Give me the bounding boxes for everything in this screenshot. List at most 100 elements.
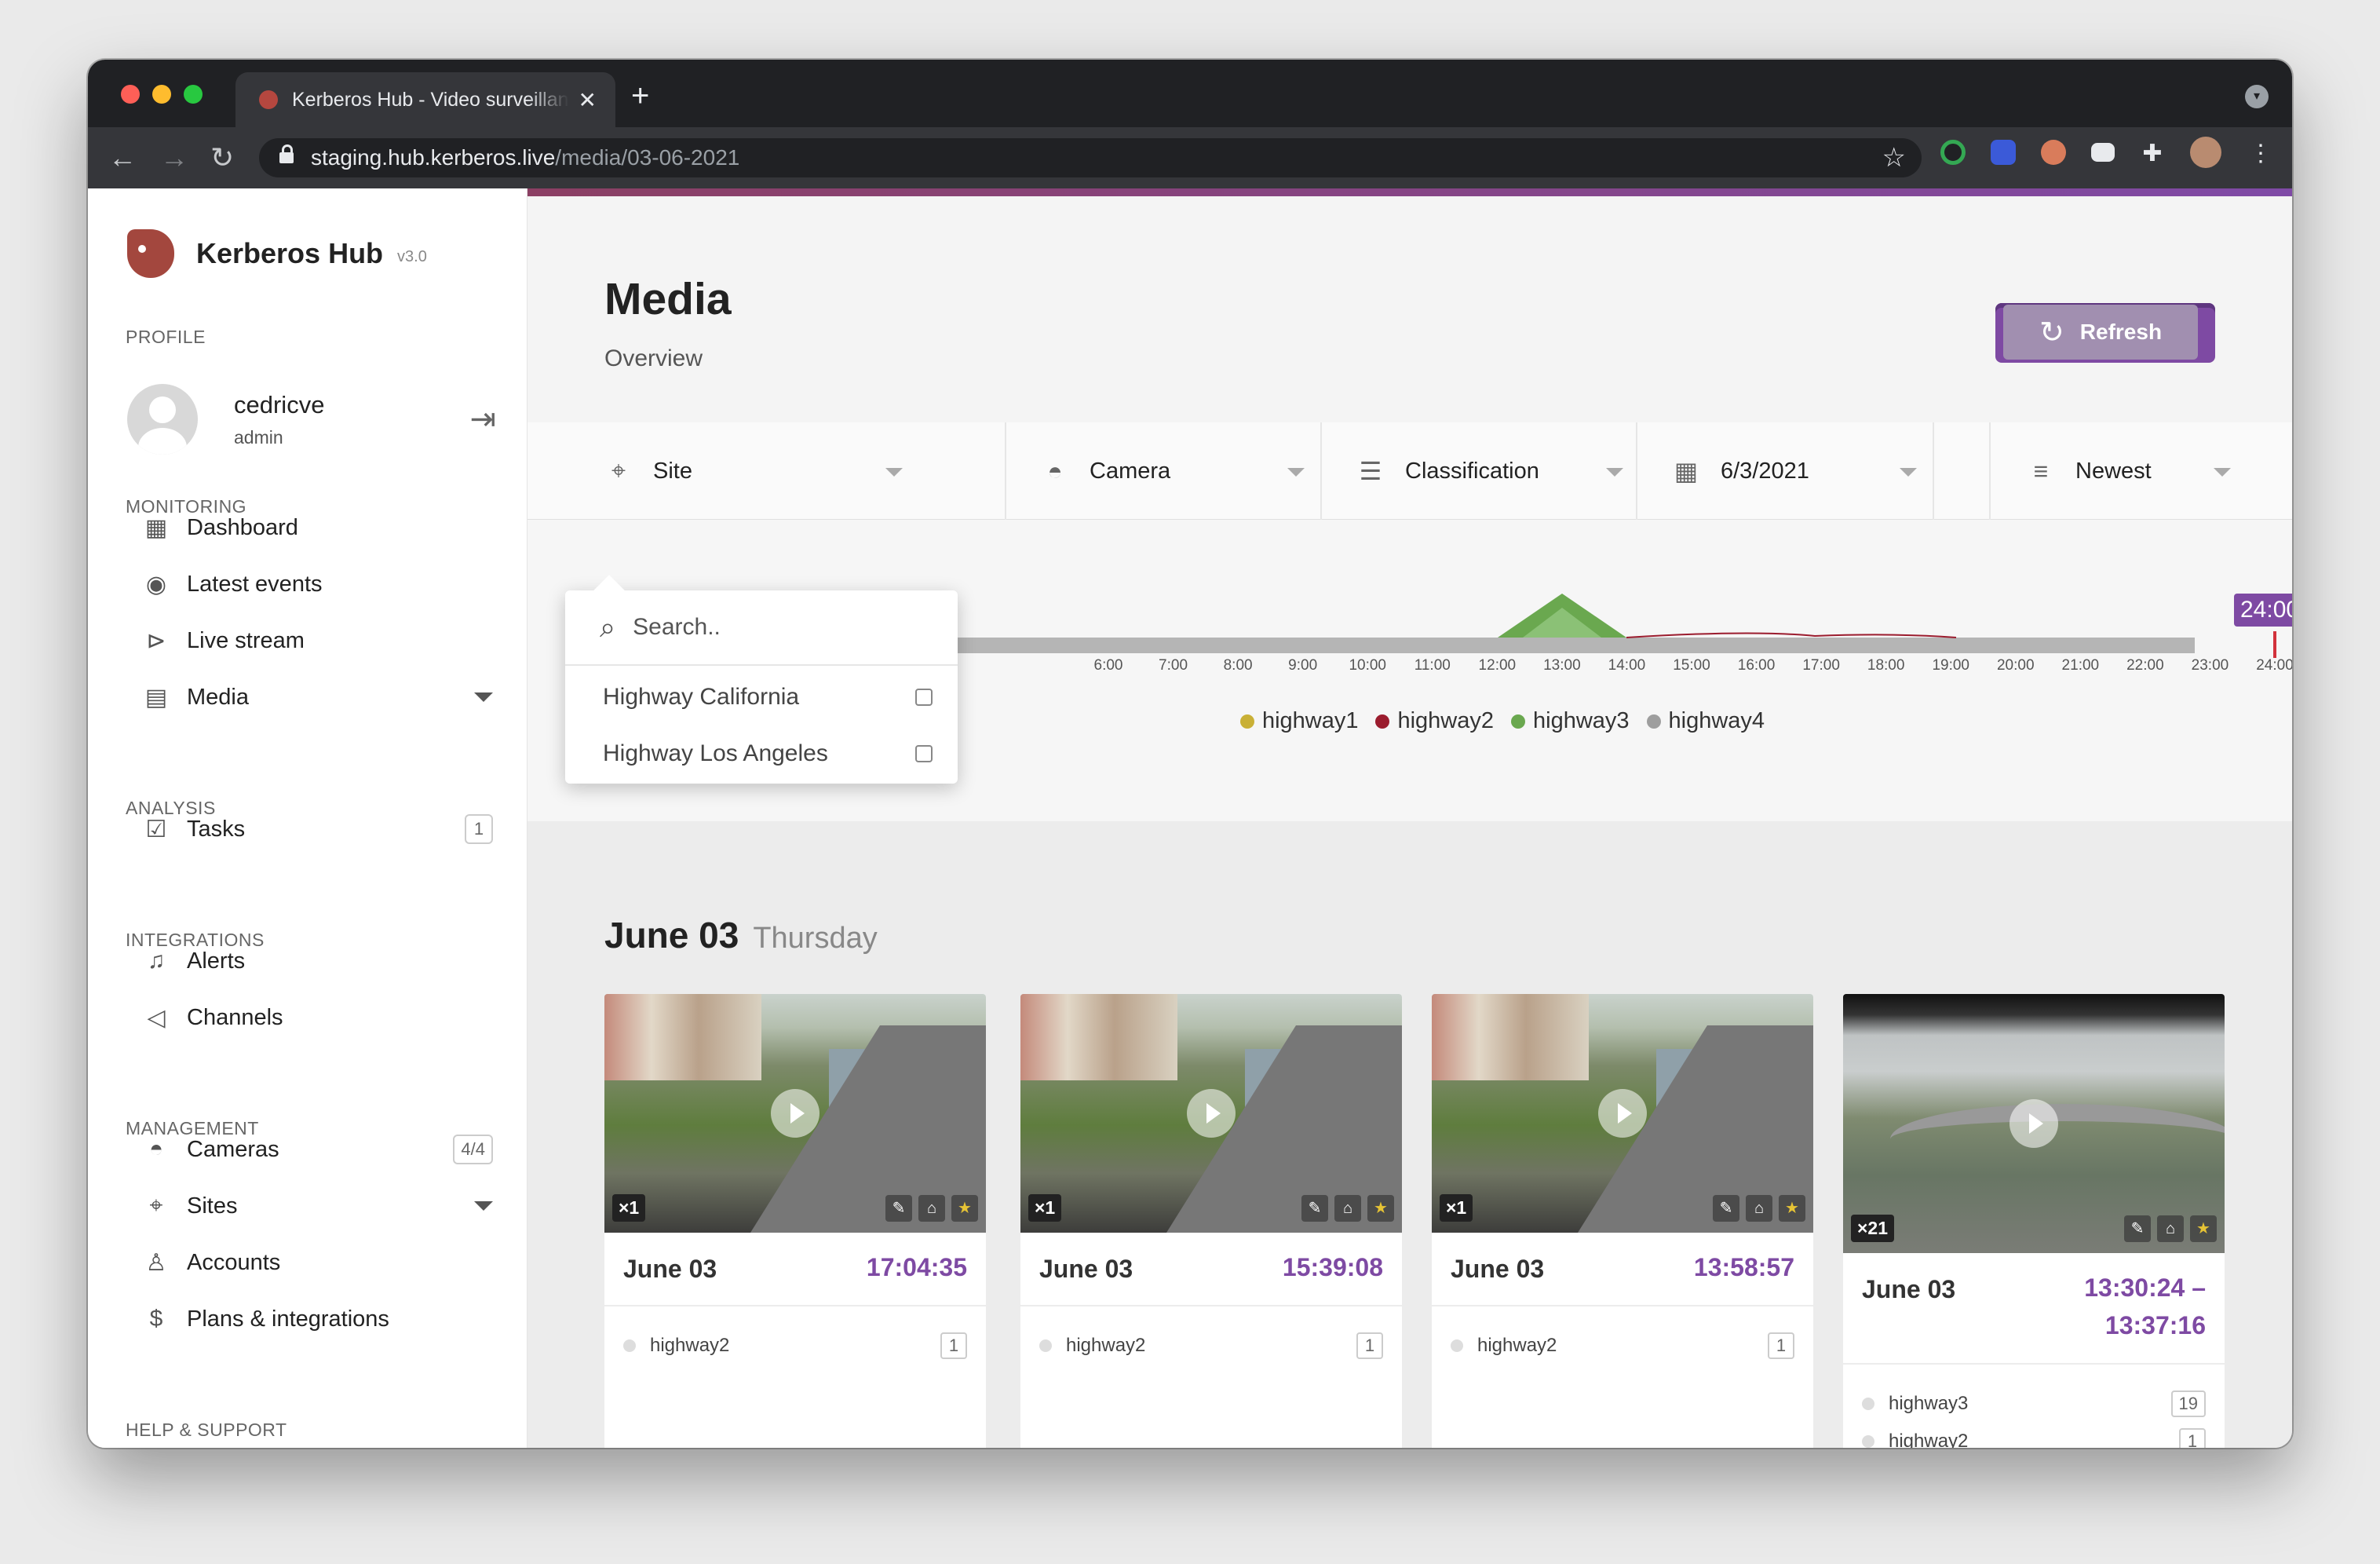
forward-icon[interactable]: →	[160, 138, 188, 177]
camera-filter[interactable]: ◓ Camera	[1041, 422, 1323, 520]
browser-tab[interactable]: Kerberos Hub - Video surveillance ✕	[235, 72, 615, 127]
video-thumbnail[interactable]: ×1 ✎ ⌂ ★	[604, 994, 986, 1233]
date-filter[interactable]: ▦ 6/3/2021	[1672, 422, 1936, 520]
timeline-tick-label: 21:00	[2061, 657, 2100, 674]
legend-item[interactable]: highway3	[1511, 708, 1630, 734]
user-profile: cedricve admin ⇥	[127, 382, 496, 457]
play-icon[interactable]	[1187, 1089, 1236, 1138]
legend-item[interactable]: highway4	[1646, 708, 1765, 734]
star-icon[interactable]: ★	[951, 1195, 978, 1222]
clip-count-badge: ×21	[1851, 1215, 1895, 1242]
edit-icon[interactable]: ✎	[885, 1195, 912, 1222]
media-card[interactable]: ×1 ✎ ⌂ ★ June 03 15:39:08 highway2 1	[1020, 994, 1402, 1448]
play-icon[interactable]	[771, 1089, 819, 1138]
sidebar-item-latest-events[interactable]: ◉ Latest events	[141, 561, 493, 608]
kerberos-favicon-icon	[259, 90, 278, 109]
star-icon[interactable]: ★	[1367, 1195, 1394, 1222]
sidebar-item-tasks[interactable]: ☑ Tasks 1	[141, 806, 493, 853]
site-option-checkbox[interactable]	[915, 689, 933, 706]
card-label-count: 1	[940, 1332, 967, 1359]
star-icon[interactable]: ★	[1779, 1195, 1805, 1222]
edit-icon[interactable]: ✎	[2124, 1215, 2151, 1242]
sidebar-item-media[interactable]: ▤ Media	[141, 674, 493, 721]
legend-label: highway1	[1261, 708, 1359, 733]
sidebar-item-plans[interactable]: $ Plans & integrations	[141, 1295, 493, 1343]
chevron-down-icon	[474, 692, 493, 702]
zoom-window-button[interactable]	[184, 85, 203, 104]
extension-icon-2[interactable]	[1991, 140, 2016, 165]
media-card[interactable]: ×1 ✎ ⌂ ★ June 03 17:04:35 highway2 1	[604, 994, 986, 1448]
logout-icon[interactable]: ⇥	[469, 401, 496, 437]
timeline-tick-label: 8:00	[1223, 657, 1253, 674]
puzzle-extensions-icon[interactable]: ✚	[2140, 140, 2165, 166]
card-label-row: highway2 1	[623, 1330, 967, 1361]
classification-filter[interactable]: ☰ Classification	[1356, 422, 1642, 520]
extension-icon-3[interactable]	[2041, 140, 2066, 165]
sidebar-item-cameras[interactable]: ◓ Cameras 4/4	[141, 1126, 493, 1173]
site-option-checkbox[interactable]	[915, 745, 933, 762]
close-tab-icon[interactable]: ✕	[579, 87, 597, 113]
brand[interactable]: Kerberos Hub v3.0	[127, 229, 427, 278]
card-label-row: highway2 1	[1451, 1330, 1794, 1361]
refresh-button[interactable]: ↻ Refresh	[1995, 303, 2215, 363]
sidebar-item-accounts[interactable]: ♙ Accounts	[141, 1239, 493, 1286]
sidebar-item-sites[interactable]: ⌖ Sites	[141, 1182, 493, 1230]
tag-icon[interactable]: ⌂	[1334, 1195, 1361, 1222]
dashboard-grid-icon: ▦	[144, 514, 168, 541]
site-option-label: Highway Los Angeles	[603, 740, 828, 766]
site-search-input[interactable]: ⌕ Search..	[565, 590, 958, 666]
search-icon: ⌕	[600, 610, 616, 643]
back-icon[interactable]: ←	[108, 138, 137, 177]
address-bar[interactable]: staging.hub.kerberos.live/media/03-06-20…	[259, 138, 1922, 177]
media-card[interactable]: ×1 ✎ ⌂ ★ June 03 13:58:57 highway2 1	[1432, 994, 1813, 1448]
close-window-button[interactable]	[121, 85, 140, 104]
timeline-tick-label: 11:00	[1414, 657, 1451, 674]
site-option[interactable]: Highway Los Angeles	[603, 730, 933, 777]
sidebar-item-dashboard[interactable]: ▦ Dashboard	[141, 504, 493, 551]
profile-avatar-icon[interactable]	[2190, 137, 2221, 168]
play-icon[interactable]	[1598, 1089, 1647, 1138]
tag-icon[interactable]: ⌂	[2157, 1215, 2184, 1242]
extension-icon-1[interactable]	[1940, 140, 1966, 165]
divider	[1636, 422, 1637, 520]
media-card[interactable]: ×21 ✎ ⌂ ★ June 03 13:30:24 – 13:37:16 highwa…	[1843, 994, 2225, 1448]
star-icon[interactable]: ★	[2190, 1215, 2217, 1242]
tab-search-icon[interactable]: ▾	[2245, 85, 2269, 108]
sort-filter[interactable]: ≡ Newest	[2027, 422, 2250, 520]
chevron-down-icon	[885, 468, 903, 477]
eye-icon: ◉	[145, 571, 167, 597]
edit-icon[interactable]: ✎	[1713, 1195, 1739, 1222]
edit-icon[interactable]: ✎	[1301, 1195, 1328, 1222]
url-host: staging.hub.kerberos.live	[311, 145, 556, 170]
sidebar-item-label: Tasks	[187, 816, 246, 842]
status-dot-icon	[1039, 1339, 1052, 1352]
timeline-tick-label: 12:00	[1478, 657, 1517, 674]
play-icon[interactable]	[2009, 1099, 2058, 1148]
camera-icon: ◓	[148, 1136, 164, 1162]
sidebar-item-label: Dashboard	[187, 514, 298, 540]
video-thumbnail[interactable]: ×1 ✎ ⌂ ★	[1432, 994, 1813, 1233]
timeline-tick-label: 6:00	[1093, 657, 1123, 674]
browser-menu-icon[interactable]: ⋮	[2248, 140, 2273, 166]
video-thumbnail[interactable]: ×1 ✎ ⌂ ★	[1020, 994, 1402, 1233]
sidebar-item-channels[interactable]: ◁ Channels	[141, 994, 493, 1041]
refresh-icon: ↻	[2039, 316, 2064, 349]
tag-icon[interactable]: ⌂	[918, 1195, 945, 1222]
reload-icon[interactable]: ↻	[210, 138, 234, 177]
site-option[interactable]: Highway California	[603, 674, 933, 721]
timeline-tick-label: 17:00	[1802, 657, 1840, 674]
legend-label: highway2	[1397, 708, 1494, 733]
video-extension-icon[interactable]	[2091, 143, 2115, 162]
sidebar-item-alerts[interactable]: ♫ Alerts	[141, 937, 493, 985]
tag-icon[interactable]: ⌂	[1746, 1195, 1772, 1222]
legend-item[interactable]: highway2	[1375, 708, 1494, 734]
bookmark-star-icon[interactable]: ☆	[1882, 142, 1906, 174]
new-tab-icon[interactable]: +	[631, 80, 649, 111]
legend-item[interactable]: highway1	[1239, 708, 1359, 734]
sidebar-item-label: Alerts	[187, 948, 246, 974]
video-thumbnail[interactable]: ×21 ✎ ⌂ ★	[1843, 994, 2225, 1253]
sidebar-item-live-stream[interactable]: ⊳ Live stream	[141, 617, 493, 664]
divider	[1020, 1305, 1402, 1306]
minimize-window-button[interactable]	[152, 85, 171, 104]
site-filter[interactable]: ⌖ Site	[604, 422, 922, 520]
